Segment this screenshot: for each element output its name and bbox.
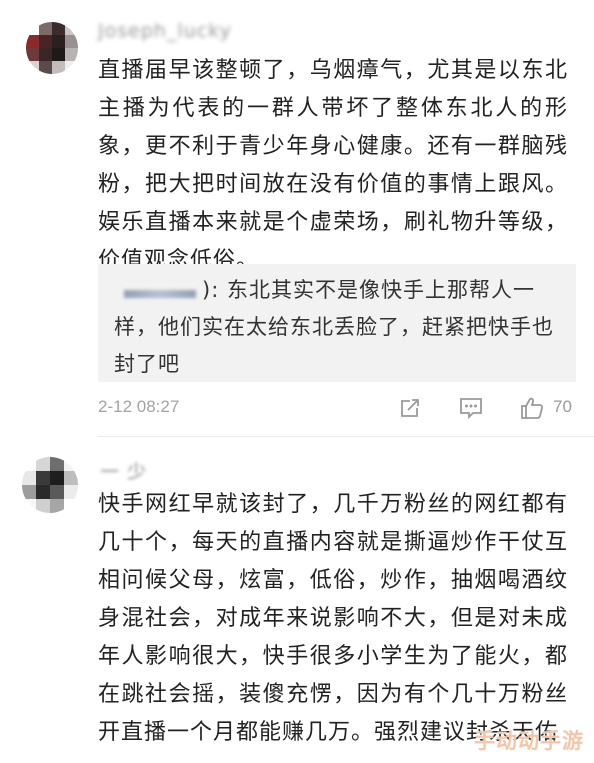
comment-text: 快手网红早就该封了，几千万粉丝的网红都有几十个，每天的直播内容就是撕逼炒作干仗互… [98,492,568,745]
comment-item: Joseph_lucky 直播届早该整顿了，乌烟瘴气，尤其是以东北主播为代表的一… [0,0,594,437]
watermark: 手动动手游 [474,729,584,753]
reply-text-wrapper: ): 东北其实不是像快手上那帮人一样，他们实在太给东北丢脸了，赶紧把快手也封了吧 [114,272,564,383]
like-icon[interactable] [519,395,545,421]
username[interactable]: 一 少 [100,457,147,484]
reply-quote[interactable]: ): 东北其实不是像快手上那帮人一样，他们实在太给东北丢脸了，赶紧把快手也封了吧 [98,264,576,382]
avatar[interactable] [26,22,78,74]
avatar[interactable] [22,457,78,513]
username[interactable]: Joseph_lucky [98,20,232,42]
comment-text: 直播届早该整顿了，乌烟瘴气，尤其是以东北主播为代表的一群人带坏了整体东北人的形象… [98,58,568,273]
like-count[interactable]: 70 [553,397,572,417]
comment-meta: 2-12 08:27 70 [98,392,576,422]
repost-icon[interactable] [397,395,423,421]
comment-icon[interactable] [458,395,484,421]
reply-text: ): 东北其实不是像快手上那帮人一样，他们实在太给东北丢脸了，赶紧把快手也封了吧 [114,278,554,376]
timestamp: 2-12 08:27 [98,397,180,416]
comment-item: 一 少 快手网红早就该封了，几千万粉丝的网红都有几十个，每天的直播内容就是撕逼炒… [0,437,594,763]
